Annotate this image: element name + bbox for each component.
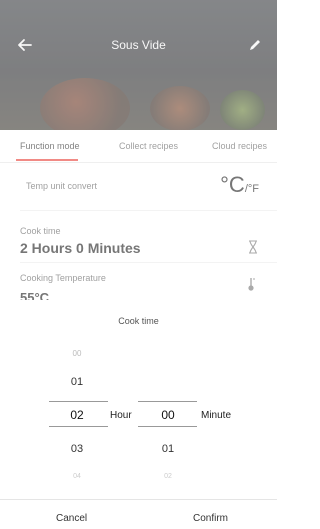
confirm-button[interactable]: Confirm (193, 513, 228, 524)
cook-time-picker-sheet: Cook time 00 01 02 03 04 Hour 00 01 02 M… (0, 300, 277, 529)
hour-option[interactable]: 00 (57, 349, 97, 358)
dim-overlay[interactable] (0, 0, 277, 300)
sheet-divider (0, 499, 277, 500)
minute-option[interactable]: 02 (148, 473, 188, 480)
hour-selection-line (49, 426, 108, 427)
minute-option[interactable]: 01 (148, 443, 188, 455)
picker-title: Cook time (118, 316, 159, 326)
hour-selected[interactable]: 02 (57, 408, 97, 422)
minute-unit-label: Minute (201, 410, 232, 421)
cancel-button[interactable]: Cancel (56, 513, 87, 524)
hour-unit-label: Hour (110, 410, 132, 421)
minute-selected[interactable]: 00 (148, 408, 188, 422)
hour-selection-line (49, 401, 108, 402)
hour-option[interactable]: 03 (57, 443, 97, 455)
minute-selection-line (138, 426, 197, 427)
hour-option[interactable]: 04 (57, 473, 97, 480)
hour-option[interactable]: 01 (57, 376, 97, 388)
minute-selection-line (138, 401, 197, 402)
